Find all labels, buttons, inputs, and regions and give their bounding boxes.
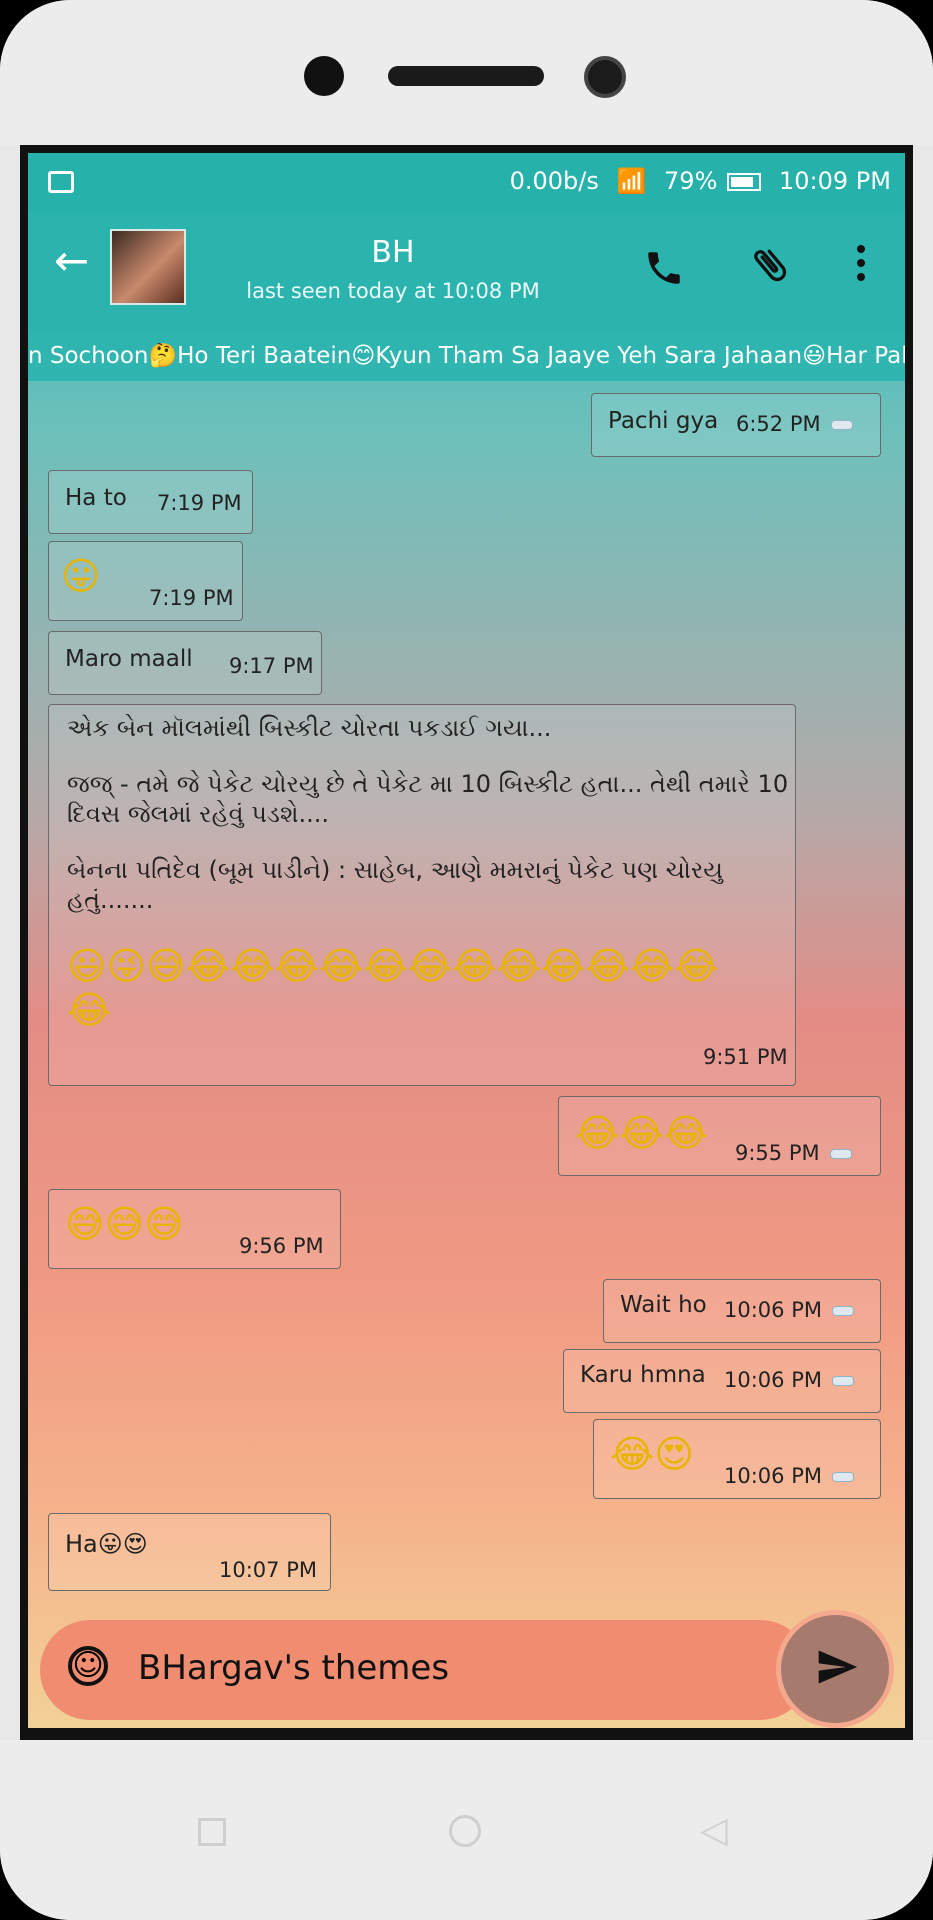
message-time: 9:55 PM [735,1141,820,1165]
status-right: 0.00b/s 📶 79% 10:09 PM [500,167,891,195]
gallery-notification-icon [48,171,74,193]
chat-screen: 0.00b/s 📶 79% 10:09 PM ← BH last seen to… [28,153,905,1728]
recents-button[interactable] [198,1818,226,1846]
message-time: 9:56 PM [239,1234,324,1258]
battery-level: 79% [664,167,718,195]
read-receipt-icon [831,1376,854,1386]
screen: 0.00b/s 📶 79% 10:09 PM ← BH last seen to… [20,145,913,1740]
message-line: એક બેન મૉલમાંથી બિસ્કીટ ચોરતા પકડાઈ ગયા.… [67,714,552,742]
home-button[interactable] [449,1815,481,1847]
message-text: Wait ho [620,1292,707,1318]
message-text: 😛 [61,554,101,598]
message-text: Ha😛😍 [65,1530,148,1558]
send-icon [818,1650,858,1684]
message-input[interactable]: BHargav's themes [138,1648,449,1688]
message-bubble-in[interactable]: Ha😛😍 10:07 PM [48,1513,331,1591]
message-bubble-out[interactable]: Pachi gya 6:52 PM [591,393,881,457]
message-bubble-out[interactable]: Wait ho 10:06 PM [603,1279,881,1343]
message-time: 10:07 PM [219,1558,317,1582]
read-receipt-icon [831,1472,854,1482]
back-button[interactable]: ◁ [700,1810,728,1851]
more-vert-icon[interactable] [854,243,868,290]
emoji-icon[interactable]: ☺ [68,1646,108,1686]
earpiece-speaker [388,66,544,86]
message-text: 😂😍 [610,1432,695,1476]
message-time: 9:51 PM [703,1045,788,1069]
message-text: 😂😂😂 [575,1111,709,1155]
message-time: 7:19 PM [149,586,234,610]
message-bubble-in[interactable]: 😅😅😅 9:56 PM [48,1189,341,1269]
contact-name[interactable]: BH [228,235,558,270]
message-text: Karu hmna [580,1362,706,1388]
message-time: 7:19 PM [157,491,242,515]
message-body: એક બેન મૉલમાંથી બિસ્કીટ ચોરતા પકડાઈ ગયા.… [67,713,797,1032]
message-bubble-out[interactable]: 😂😍 10:06 PM [593,1419,881,1499]
read-receipt-icon [830,420,853,430]
message-time: 10:06 PM [724,1368,822,1392]
message-bubble-in[interactable]: Ha to 7:19 PM [48,470,253,534]
chat-header: ← BH last seen today at 10:08 PM [28,213,905,331]
read-receipt-icon [829,1149,852,1159]
message-text: Maro maall [65,646,193,672]
message-line: બેનના પતિદેવ (બૂમ પાડીને) : સાહેબ, આણે મ… [67,856,723,914]
message-text: 😅😅😅 [65,1202,184,1246]
paperclip-icon[interactable] [748,243,792,297]
back-arrow-icon[interactable]: ← [54,239,98,283]
front-camera [584,56,626,98]
top-bezel [0,0,933,145]
message-bubble-out[interactable]: Karu hmna 10:06 PM [563,1349,881,1413]
message-bubble-out[interactable]: 😂😂😂 9:55 PM [558,1096,881,1176]
message-bubble-in[interactable]: Maro maall 9:17 PM [48,631,322,695]
message-bubble-in-long[interactable]: એક બેન મૉલમાંથી બિસ્કીટ ચોરતા પકડાઈ ગયા.… [48,704,796,1086]
avatar[interactable] [110,229,186,305]
battery-icon [727,173,762,191]
message-line: જજ્ - તમે જે પેકેટ ચોરયુ છે તે પેકેટ મા … [67,770,789,828]
message-input-bar: ☺ BHargav's themes [40,1620,810,1720]
front-sensor [304,56,344,96]
clock: 10:09 PM [779,167,891,195]
message-time: 10:06 PM [724,1298,822,1322]
status-bar: 0.00b/s 📶 79% 10:09 PM [28,153,905,213]
wifi-icon: 📶 [616,167,647,195]
last-seen: last seen today at 10:08 PM [246,279,540,303]
message-text: Ha to [65,485,127,511]
message-time: 9:17 PM [229,654,314,678]
network-speed: 0.00b/s [509,167,599,195]
message-bubble-in[interactable]: 😛 7:19 PM [48,541,243,621]
phone-icon[interactable] [643,247,685,299]
message-emojis: 😃😜😅😂😂😂😂😂😂😂😂😂😂😂😂😂 [67,944,719,1032]
phone-frame: 0.00b/s 📶 79% 10:09 PM ← BH last seen to… [0,0,933,1920]
message-time: 6:52 PM [736,412,821,436]
send-button[interactable] [776,1610,894,1728]
message-time: 10:06 PM [724,1464,822,1488]
message-text: Pachi gya [608,408,719,434]
read-receipt-icon [831,1306,854,1316]
scrolling-status-ticker: n Sochoon🤔Ho Teri Baatein😊Kyun Tham Sa J… [28,331,905,381]
